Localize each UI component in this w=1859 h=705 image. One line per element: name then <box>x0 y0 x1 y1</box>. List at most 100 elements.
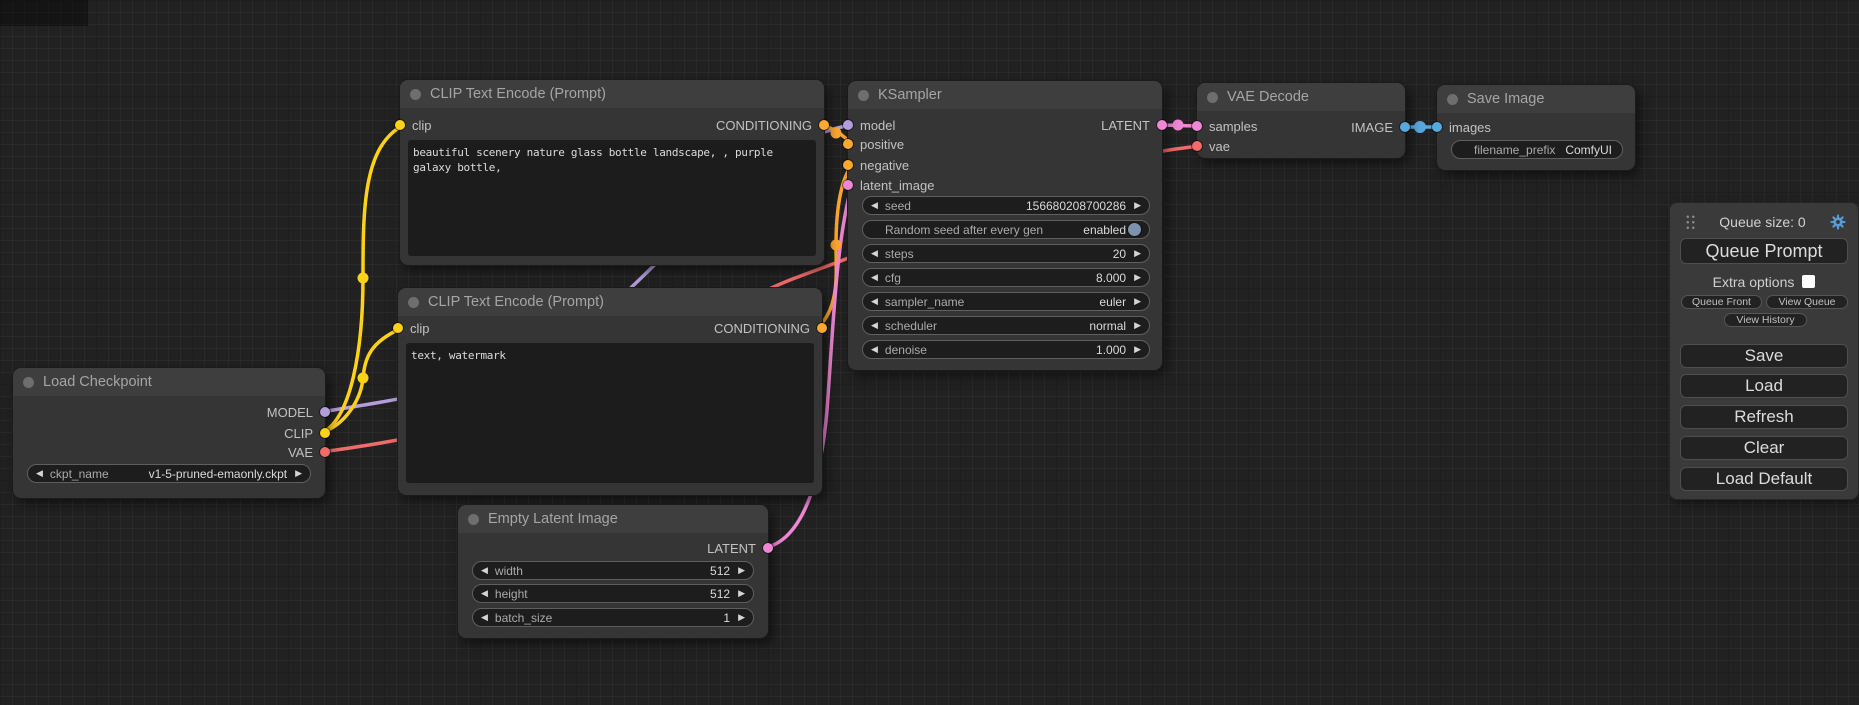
output-port-vae[interactable]: VAE <box>288 444 330 460</box>
increment-arrow-icon[interactable]: ▶ <box>1134 273 1141 282</box>
node-header[interactable]: Save Image <box>1437 85 1635 113</box>
seed-widget[interactable]: ◀ seed 156680208700286 ▶ <box>862 196 1150 215</box>
input-port-model[interactable]: model <box>843 117 895 133</box>
clip-port-icon[interactable] <box>395 120 405 130</box>
input-port-clip[interactable]: clip <box>395 117 432 133</box>
decrement-arrow-icon[interactable]: ◀ <box>871 321 878 330</box>
output-port-image[interactable]: IMAGE <box>1351 119 1410 135</box>
input-port-vae[interactable]: vae <box>1192 138 1230 154</box>
conditioning-port-icon[interactable] <box>817 323 827 333</box>
latent-port-icon[interactable] <box>1157 120 1167 130</box>
increment-arrow-icon[interactable]: ▶ <box>1134 201 1141 210</box>
filename-prefix-widget[interactable]: filename_prefix ComfyUI <box>1451 140 1623 159</box>
node-header[interactable]: KSampler <box>848 81 1162 109</box>
node-header[interactable]: VAE Decode <box>1197 83 1405 111</box>
denoise-widget[interactable]: ◀ denoise 1.000 ▶ <box>862 340 1150 359</box>
conditioning-port-icon[interactable] <box>843 139 853 149</box>
increment-arrow-icon[interactable]: ▶ <box>1134 345 1141 354</box>
output-port-latent[interactable]: LATENT <box>707 540 773 556</box>
collapse-dot-icon[interactable] <box>1207 92 1218 103</box>
node-header[interactable]: Empty Latent Image <box>458 505 768 533</box>
decrement-arrow-icon[interactable]: ◀ <box>871 297 878 306</box>
collapse-dot-icon[interactable] <box>468 514 479 525</box>
image-port-icon[interactable] <box>1432 122 1442 132</box>
output-port-conditioning[interactable]: CONDITIONING <box>716 117 829 133</box>
widget-label: sampler_name <box>885 295 964 309</box>
port-label: samples <box>1209 119 1257 134</box>
cfg-widget[interactable]: ◀ cfg 8.000 ▶ <box>862 268 1150 287</box>
decrement-arrow-icon[interactable]: ◀ <box>871 273 878 282</box>
latent-port-icon[interactable] <box>843 180 853 190</box>
clip-port-icon[interactable] <box>320 428 330 438</box>
latent-port-icon[interactable] <box>763 543 773 553</box>
collapse-dot-icon[interactable] <box>1447 94 1458 105</box>
model-port-icon[interactable] <box>843 120 853 130</box>
toggle-enabled-icon[interactable] <box>1128 223 1141 236</box>
output-port-model[interactable]: MODEL <box>267 404 330 420</box>
load-default-button[interactable]: Load Default <box>1680 467 1848 491</box>
drag-handle-icon[interactable] <box>1685 214 1696 231</box>
ckpt-name-widget[interactable]: ◀ ckpt_name v1-5-pruned-emaonly.ckpt ▶ <box>27 464 311 483</box>
input-port-positive[interactable]: positive <box>843 136 904 152</box>
refresh-button[interactable]: Refresh <box>1680 405 1848 429</box>
settings-gear-icon[interactable] <box>1829 213 1847 231</box>
prompt-textarea[interactable]: beautiful scenery nature glass bottle la… <box>408 140 816 256</box>
model-port-icon[interactable] <box>320 407 330 417</box>
increment-arrow-icon[interactable]: ▶ <box>1134 297 1141 306</box>
decrement-arrow-icon[interactable]: ◀ <box>481 589 488 598</box>
view-history-button[interactable]: View History <box>1724 313 1807 327</box>
random-seed-toggle-widget[interactable]: Random seed after every gen enabled <box>862 220 1150 239</box>
input-port-negative[interactable]: negative <box>843 157 909 173</box>
collapse-dot-icon[interactable] <box>410 89 421 100</box>
latent-port-icon[interactable] <box>1192 121 1202 131</box>
increment-arrow-icon[interactable]: ▶ <box>295 469 302 478</box>
clip-port-icon[interactable] <box>393 323 403 333</box>
decrement-arrow-icon[interactable]: ◀ <box>871 249 878 258</box>
conditioning-port-icon[interactable] <box>819 120 829 130</box>
input-port-samples[interactable]: samples <box>1192 118 1257 134</box>
input-port-clip[interactable]: clip <box>393 320 430 336</box>
collapse-dot-icon[interactable] <box>858 90 869 101</box>
batch-size-widget[interactable]: ◀ batch_size 1 ▶ <box>472 608 754 627</box>
vae-port-icon[interactable] <box>320 447 330 457</box>
decrement-arrow-icon[interactable]: ◀ <box>481 566 488 575</box>
increment-arrow-icon[interactable]: ▶ <box>738 589 745 598</box>
output-port-latent[interactable]: LATENT <box>1101 117 1167 133</box>
vae-port-icon[interactable] <box>1192 141 1202 151</box>
decrement-arrow-icon[interactable]: ◀ <box>871 201 878 210</box>
queue-front-button[interactable]: Queue Front <box>1681 295 1762 309</box>
input-port-images[interactable]: images <box>1432 119 1491 135</box>
conditioning-port-icon[interactable] <box>843 160 853 170</box>
increment-arrow-icon[interactable]: ▶ <box>738 566 745 575</box>
view-queue-button[interactable]: View Queue <box>1766 295 1848 309</box>
sampler-name-widget[interactable]: ◀ sampler_name euler ▶ <box>862 292 1150 311</box>
collapse-dot-icon[interactable] <box>23 377 34 388</box>
decrement-arrow-icon[interactable]: ◀ <box>481 613 488 622</box>
port-label: CONDITIONING <box>714 321 810 336</box>
node-header[interactable]: Load Checkpoint <box>13 368 325 396</box>
node-title: Empty Latent Image <box>488 511 618 527</box>
input-port-latent-image[interactable]: latent_image <box>843 177 934 193</box>
collapse-dot-icon[interactable] <box>408 297 419 308</box>
increment-arrow-icon[interactable]: ▶ <box>1134 321 1141 330</box>
node-header[interactable]: CLIP Text Encode (Prompt) <box>398 288 822 316</box>
increment-arrow-icon[interactable]: ▶ <box>1134 249 1141 258</box>
increment-arrow-icon[interactable]: ▶ <box>738 613 745 622</box>
decrement-arrow-icon[interactable]: ◀ <box>36 469 43 478</box>
queue-prompt-button[interactable]: Queue Prompt <box>1680 238 1848 264</box>
save-button[interactable]: Save <box>1680 344 1848 368</box>
clear-button[interactable]: Clear <box>1680 436 1848 460</box>
image-port-icon[interactable] <box>1400 122 1410 132</box>
extra-options-checkbox[interactable] <box>1802 275 1815 288</box>
node-header[interactable]: CLIP Text Encode (Prompt) <box>400 80 824 108</box>
output-port-clip[interactable]: CLIP <box>284 425 330 441</box>
scheduler-widget[interactable]: ◀ scheduler normal ▶ <box>862 316 1150 335</box>
steps-widget[interactable]: ◀ steps 20 ▶ <box>862 244 1150 263</box>
output-port-conditioning[interactable]: CONDITIONING <box>714 320 827 336</box>
graph-canvas[interactable]: CLIP Text Encode (Prompt) clip CONDITION… <box>0 0 1859 705</box>
load-button[interactable]: Load <box>1680 374 1848 398</box>
prompt-textarea[interactable]: text, watermark <box>406 343 814 483</box>
decrement-arrow-icon[interactable]: ◀ <box>871 345 878 354</box>
width-widget[interactable]: ◀ width 512 ▶ <box>472 561 754 580</box>
height-widget[interactable]: ◀ height 512 ▶ <box>472 584 754 603</box>
